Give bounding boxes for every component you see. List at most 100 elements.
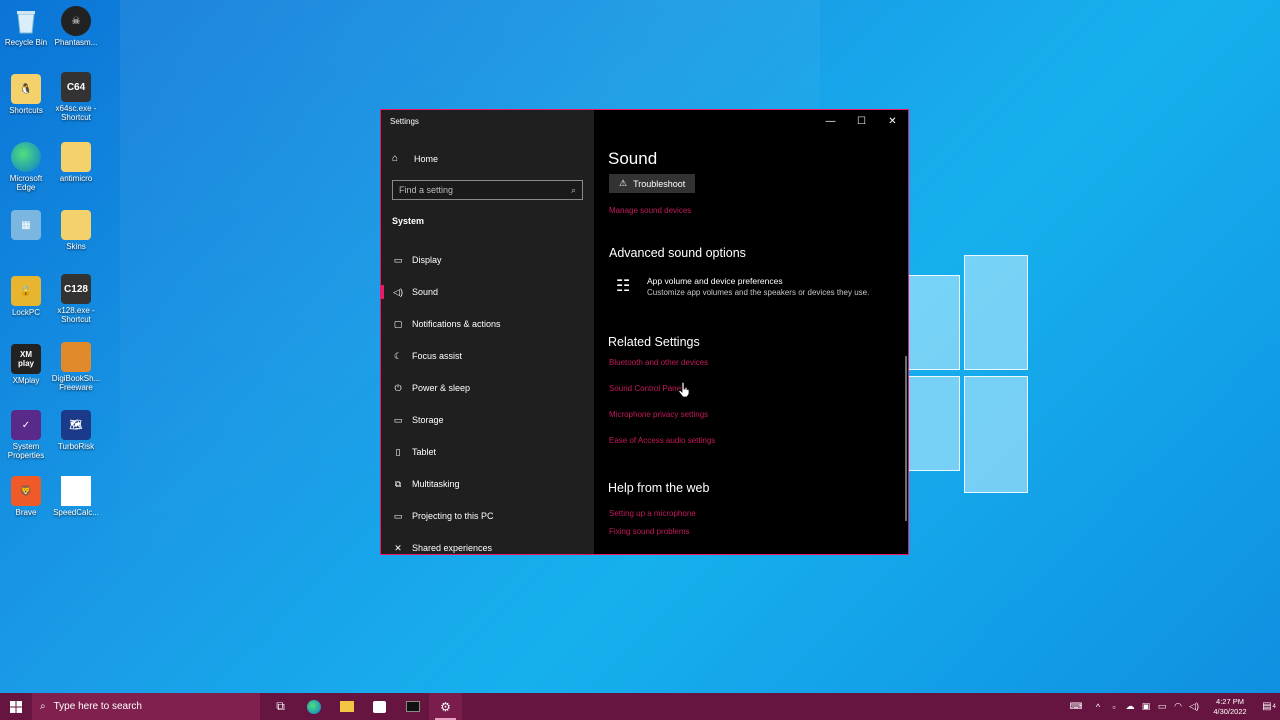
volume-icon[interactable]: ◁) bbox=[1186, 701, 1202, 712]
sidebar-item-label: Notifications & actions bbox=[412, 319, 501, 329]
ease-of-access-audio-link[interactable]: Ease of Access audio settings bbox=[609, 436, 715, 445]
search-input[interactable] bbox=[399, 185, 571, 195]
wifi-icon[interactable]: ◠ bbox=[1170, 701, 1186, 712]
action-center-button[interactable]: ▤ 4 bbox=[1258, 693, 1280, 720]
taskbar-search[interactable]: ⌕ Type here to search bbox=[32, 693, 260, 720]
desktop-icon-turborisk[interactable]: 🗺 TurboRisk bbox=[50, 410, 102, 451]
desktop-icon-shortcuts[interactable]: 🐧 Shortcuts bbox=[0, 74, 52, 115]
desktop-icon-digibook[interactable]: DigiBookSh... Freeware bbox=[50, 342, 102, 392]
document-icon bbox=[61, 476, 91, 506]
desktop-icon-antimicro[interactable]: antimicro bbox=[50, 142, 102, 183]
c128-icon: C128 bbox=[61, 274, 91, 304]
bluetooth-devices-link[interactable]: Bluetooth and other devices bbox=[609, 358, 708, 367]
cloud-icon[interactable]: ☁ bbox=[1122, 701, 1138, 712]
battery-icon[interactable]: ▭ bbox=[1154, 701, 1170, 712]
start-button[interactable] bbox=[0, 693, 32, 720]
microphone-privacy-link[interactable]: Microphone privacy settings bbox=[609, 410, 708, 419]
help-web-heading: Help from the web bbox=[608, 481, 710, 495]
sidebar-item-notifications[interactable]: ▢ Notifications & actions bbox=[381, 308, 594, 340]
app-volume-title: App volume and device preferences bbox=[647, 276, 783, 286]
desktop-icon-control-panel[interactable]: ▦ bbox=[0, 210, 52, 242]
store-icon[interactable] bbox=[363, 693, 396, 720]
folder-icon bbox=[61, 142, 91, 172]
app-volume-preferences[interactable]: ☷ App volume and device preferences Cust… bbox=[616, 276, 869, 297]
sound-control-panel-link[interactable]: Sound Control Panel bbox=[609, 384, 683, 393]
terminal-icon[interactable] bbox=[396, 693, 429, 720]
nav-home[interactable]: ⌂ Home bbox=[392, 153, 438, 164]
fixing-sound-problems-link[interactable]: Fixing sound problems bbox=[609, 527, 689, 536]
page-title: Sound bbox=[608, 149, 658, 168]
edge-icon[interactable] bbox=[297, 693, 330, 720]
desktop-icon-skins[interactable]: Skins bbox=[50, 210, 102, 251]
moon-icon: ☾ bbox=[393, 350, 403, 361]
multitasking-icon: ⧉ bbox=[394, 478, 402, 489]
desktop-icon-x64sc[interactable]: C64 x64sc.exe - Shortcut bbox=[50, 72, 102, 122]
control-panel-icon: ▦ bbox=[11, 210, 41, 240]
sidebar-item-tablet[interactable]: ▯ Tablet bbox=[381, 436, 594, 468]
sidebar-item-projecting[interactable]: ▭ Projecting to this PC bbox=[381, 500, 594, 532]
taskbar-search-placeholder: Type here to search bbox=[53, 701, 142, 712]
window-title: Settings bbox=[390, 117, 419, 126]
sliders-icon: ☷ bbox=[616, 278, 631, 295]
desktop-icon-phantasm[interactable]: ☠ Phantasm... bbox=[50, 6, 102, 47]
clock-date: 4/30/2022 bbox=[1213, 706, 1247, 716]
section-title: System bbox=[392, 216, 425, 226]
advanced-sound-heading: Advanced sound options bbox=[609, 246, 746, 260]
file-explorer-icon[interactable] bbox=[330, 693, 363, 720]
desktop-icon-recycle-bin[interactable]: Recycle Bin bbox=[0, 6, 52, 47]
keyboard-icon[interactable]: ⌨ bbox=[1068, 701, 1084, 712]
usb-icon[interactable]: ▫ bbox=[1106, 702, 1122, 712]
sidebar-item-display[interactable]: ▭ Display bbox=[381, 244, 594, 276]
speaker-icon: ◁) bbox=[393, 286, 403, 297]
task-view-icon[interactable]: ⧉ bbox=[264, 693, 297, 720]
projecting-icon: ▭ bbox=[393, 510, 403, 521]
troubleshoot-button[interactable]: ⚠ Troubleshoot bbox=[609, 174, 696, 193]
c64-icon: C64 bbox=[61, 72, 91, 102]
sidebar-item-power[interactable]: ⏻ Power & sleep bbox=[381, 372, 594, 404]
settings-search[interactable]: ⌕ bbox=[392, 180, 583, 200]
setting-up-microphone-link[interactable]: Setting up a microphone bbox=[609, 509, 696, 518]
sidebar-item-multitasking[interactable]: ⧉ Multitasking bbox=[381, 468, 594, 500]
windows-logo-wallpaper bbox=[900, 255, 1030, 495]
warning-icon: ⚠ bbox=[619, 178, 628, 188]
taskbar: ⌕ Type here to search ⧉ ⚙ ⌨ ^ ▫ ☁ ▣ ▭ ◠ … bbox=[0, 693, 1280, 720]
desktop-icon-speedcalc[interactable]: SpeedCalc... bbox=[50, 476, 102, 517]
tablet-icon: ▯ bbox=[395, 446, 401, 457]
related-settings-heading: Related Settings bbox=[608, 335, 700, 349]
clock[interactable]: 4:27 PM 4/30/2022 bbox=[1206, 697, 1254, 717]
hand-cursor-icon bbox=[678, 382, 690, 398]
desktop-icon-x128[interactable]: C128 x128.exe - Shortcut bbox=[50, 274, 102, 324]
search-icon: ⌕ bbox=[40, 701, 46, 712]
system-properties-icon: ✓ bbox=[11, 410, 41, 440]
nav-home-label: Home bbox=[414, 153, 439, 164]
map-icon: 🗺 bbox=[61, 410, 91, 440]
sidebar-item-shared-experiences[interactable]: ✕ Shared experiences bbox=[381, 532, 594, 564]
sidebar-item-focus-assist[interactable]: ☾ Focus assist bbox=[381, 340, 594, 372]
settings-content: — ☐ ✕ Sound ⚠ Troubleshoot Manage sound … bbox=[594, 110, 908, 554]
folder-icon bbox=[61, 210, 91, 240]
desktop-icon-lockpc[interactable]: 🔒 LockPC bbox=[0, 276, 52, 317]
book-icon bbox=[61, 342, 91, 372]
minimize-button[interactable]: — bbox=[815, 110, 846, 132]
sidebar-item-label: Focus assist bbox=[412, 351, 463, 361]
sidebar-item-label: Multitasking bbox=[412, 479, 460, 489]
settings-icon[interactable]: ⚙ bbox=[429, 693, 462, 720]
close-button[interactable]: ✕ bbox=[877, 110, 908, 132]
desktop-icon-system-properties[interactable]: ✓ System Properties bbox=[0, 410, 52, 460]
folder-icon: 🐧 bbox=[11, 74, 41, 104]
edge-icon bbox=[11, 142, 41, 172]
brave-icon: 🦁 bbox=[11, 476, 41, 506]
home-icon: ⌂ bbox=[392, 153, 399, 164]
chevron-up-icon[interactable]: ^ bbox=[1090, 702, 1106, 712]
sidebar-item-label: Sound bbox=[412, 287, 439, 297]
maximize-button[interactable]: ☐ bbox=[846, 110, 877, 132]
sidebar-item-sound[interactable]: ◁) Sound bbox=[381, 276, 594, 308]
network-icon[interactable]: ▣ bbox=[1138, 701, 1154, 712]
scrollbar[interactable] bbox=[905, 356, 907, 521]
manage-sound-devices-link[interactable]: Manage sound devices bbox=[609, 206, 691, 215]
desktop-icon-edge[interactable]: Microsoft Edge bbox=[0, 142, 52, 192]
desktop-icon-brave[interactable]: 🦁 Brave bbox=[0, 476, 52, 517]
app-volume-description: Customize app volumes and the speakers o… bbox=[647, 288, 870, 297]
desktop-icon-xmplay[interactable]: XM play XMplay bbox=[0, 344, 52, 385]
sidebar-item-storage[interactable]: ▭ Storage bbox=[381, 404, 594, 436]
